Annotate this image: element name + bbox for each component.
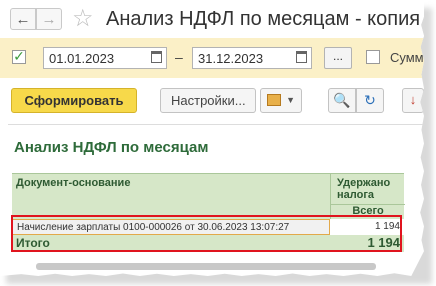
- highlight-frame: [11, 215, 402, 252]
- report-title: Анализ НДФЛ по месяцам: [14, 139, 209, 156]
- refresh-search-icon: ↻: [364, 92, 376, 108]
- date-from-value: 01.01.2023: [49, 51, 115, 66]
- window-title: Анализ НДФЛ по месяцам - копия: [106, 8, 421, 30]
- parameters-panel: ✓ 01.01.2023 – 31.12.2023 ... Сумм: [0, 38, 424, 78]
- toolbar: Сформировать Настройки... ▼ 🔍 ↻ ↓: [0, 84, 424, 118]
- report-variant-button[interactable]: ▼: [260, 88, 302, 113]
- horizontal-scrollbar[interactable]: [36, 263, 376, 270]
- chevron-down-icon: ▼: [286, 95, 295, 105]
- settings-button[interactable]: Настройки...: [160, 88, 256, 113]
- variant-icon: [267, 94, 281, 106]
- date-to-value: 31.12.2023: [198, 51, 264, 66]
- select-period-button[interactable]: ...: [324, 47, 352, 69]
- find-button[interactable]: 🔍: [328, 88, 356, 113]
- calendar-icon[interactable]: [296, 51, 307, 63]
- generate-button[interactable]: Сформировать: [11, 88, 137, 113]
- column-header-withheld-title: Удержано налога: [337, 177, 391, 201]
- arrow-right-icon: →: [41, 10, 57, 28]
- forward-button[interactable]: →: [36, 8, 62, 30]
- sum-label: Сумм: [390, 50, 424, 65]
- arrow-left-icon: ←: [15, 10, 31, 28]
- date-from-field[interactable]: 01.01.2023: [43, 47, 167, 69]
- sum-checkbox[interactable]: [366, 50, 380, 64]
- date-to-field[interactable]: 31.12.2023: [192, 47, 312, 69]
- title-bar: ← → ☆ Анализ НДФЛ по месяцам - копия: [0, 0, 424, 38]
- period-checkbox[interactable]: ✓: [12, 49, 26, 64]
- find-next-button[interactable]: ↻: [356, 88, 384, 113]
- favorite-star-icon[interactable]: ☆: [72, 4, 94, 33]
- search-icon: 🔍: [333, 92, 351, 108]
- calendar-icon[interactable]: [151, 51, 162, 63]
- column-header-withheld: Удержано налога Всего: [330, 174, 405, 220]
- back-button[interactable]: ←: [10, 8, 36, 30]
- download-icon: ↓: [409, 92, 417, 107]
- date-separator: –: [175, 49, 183, 65]
- window: ← → ☆ Анализ НДФЛ по месяцам - копия ✓ 0…: [0, 0, 424, 276]
- table-header: Документ-основание Удержано налога Всего: [12, 173, 405, 220]
- column-header-document: Документ-основание: [16, 177, 131, 189]
